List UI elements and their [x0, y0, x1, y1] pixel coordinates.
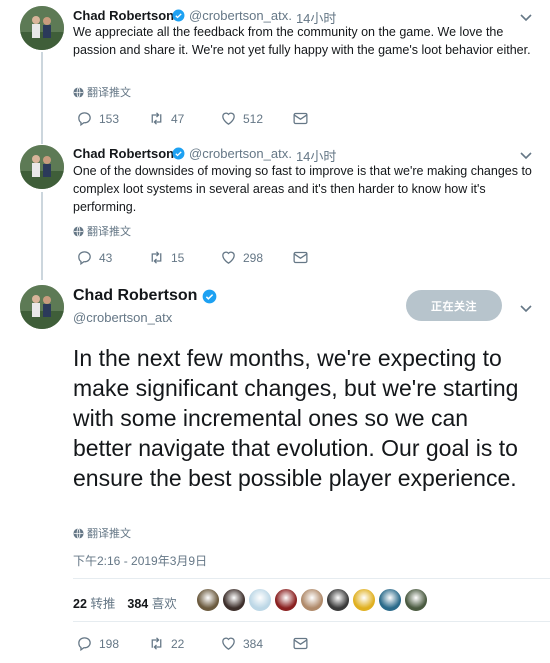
envelope-icon [293, 637, 308, 650]
retweet-stat-count: 22 [73, 597, 87, 611]
like-count: 384 [243, 636, 264, 651]
retweet-stat[interactable]: 22 转推 [73, 593, 115, 612]
globe-icon [73, 527, 84, 539]
envelope-icon [293, 251, 308, 264]
retweet-button[interactable]: 47 [148, 110, 220, 127]
author-name[interactable]: Chad Robertson [73, 287, 197, 305]
like-button[interactable]: 384 [220, 635, 292, 652]
retweet-icon [151, 637, 162, 650]
tweet-timestamp[interactable]: 下午2:16 - 2019年3月9日 [73, 552, 207, 569]
heart-icon [222, 251, 235, 264]
liker-avatar[interactable] [352, 588, 376, 612]
retweet-button[interactable]: 22 [148, 635, 220, 652]
liker-avatar[interactable] [248, 588, 272, 612]
retweet-count: 47 [171, 111, 185, 126]
message-button[interactable] [292, 249, 309, 266]
like-button[interactable]: 298 [220, 249, 292, 266]
engagement-stats: 22 转推 384 喜欢 [73, 593, 177, 612]
likers-avatars [196, 588, 428, 612]
verified-icon [172, 147, 185, 160]
author-name[interactable]: Chad Robertson [73, 8, 174, 23]
translate-link[interactable]: 翻译推文 [73, 525, 131, 541]
reply-button[interactable]: 153 [76, 110, 148, 127]
chevron-down-icon[interactable] [519, 301, 533, 315]
like-count: 298 [243, 250, 264, 265]
avatar[interactable] [20, 145, 64, 189]
thread-line [41, 52, 43, 144]
like-stat-count: 384 [127, 597, 149, 611]
message-button[interactable] [292, 110, 309, 127]
retweet-stat-label: 转推 [90, 597, 116, 611]
liker-avatar[interactable] [404, 588, 428, 612]
like-count: 512 [243, 111, 264, 126]
translate-label: 翻译推文 [87, 226, 131, 238]
tweet-actions: 198 22 384 [76, 635, 309, 652]
verified-icon [202, 289, 217, 304]
tweet-text: One of the downsides of moving so fast t… [73, 164, 532, 214]
liker-avatar[interactable] [300, 588, 324, 612]
envelope-icon [293, 112, 308, 125]
liker-avatar[interactable] [196, 588, 220, 612]
author-name[interactable]: Chad Robertson [73, 146, 174, 161]
liker-avatar[interactable] [378, 588, 402, 612]
verified-icon [172, 9, 185, 22]
avatar[interactable] [20, 6, 64, 50]
reply-icon [78, 637, 91, 652]
heart-icon [222, 637, 235, 650]
retweet-count: 15 [171, 250, 185, 265]
thread-line [41, 192, 43, 280]
tweet-text: We appreciate all the feedback from the … [73, 25, 531, 57]
divider [73, 621, 550, 622]
liker-avatar[interactable] [274, 588, 298, 612]
divider [73, 578, 550, 579]
globe-icon [73, 86, 84, 98]
globe-icon [73, 225, 84, 237]
chevron-down-icon[interactable] [519, 10, 533, 24]
liker-avatar[interactable] [222, 588, 246, 612]
message-button[interactable] [292, 635, 309, 652]
retweet-button[interactable]: 15 [148, 249, 220, 266]
reply-button[interactable]: 43 [76, 249, 148, 266]
retweet-icon [151, 251, 162, 264]
author-handle[interactable]: @crobertson_atx [189, 146, 288, 161]
heart-icon [222, 112, 235, 125]
reply-count: 43 [99, 250, 113, 265]
translate-label: 翻译推文 [87, 87, 131, 99]
translate-label: 翻译推文 [87, 528, 131, 540]
author-handle[interactable]: @crobertson_atx [189, 8, 288, 23]
following-button[interactable]: 正在关注 [406, 290, 502, 321]
retweet-count: 22 [171, 636, 185, 651]
author-handle[interactable]: @crobertson_atx [73, 310, 172, 325]
tweet-actions: 153 47 512 [76, 110, 309, 127]
reply-count: 153 [99, 111, 120, 126]
retweet-icon [151, 112, 162, 125]
tweet-actions: 43 15 298 [76, 249, 309, 266]
like-stat[interactable]: 384 喜欢 [127, 593, 176, 612]
liker-avatar[interactable] [326, 588, 350, 612]
chevron-down-icon[interactable] [519, 148, 533, 162]
tweet-text: In the next few months, we're expecting … [73, 345, 519, 491]
reply-button[interactable]: 198 [76, 635, 148, 652]
reply-icon [78, 112, 91, 127]
reply-icon [78, 251, 91, 266]
reply-count: 198 [99, 636, 120, 651]
translate-link[interactable]: 翻译推文 [73, 84, 131, 100]
like-stat-label: 喜欢 [151, 597, 177, 611]
like-button[interactable]: 512 [220, 110, 292, 127]
translate-link[interactable]: 翻译推文 [73, 223, 131, 239]
avatar[interactable] [20, 285, 64, 329]
